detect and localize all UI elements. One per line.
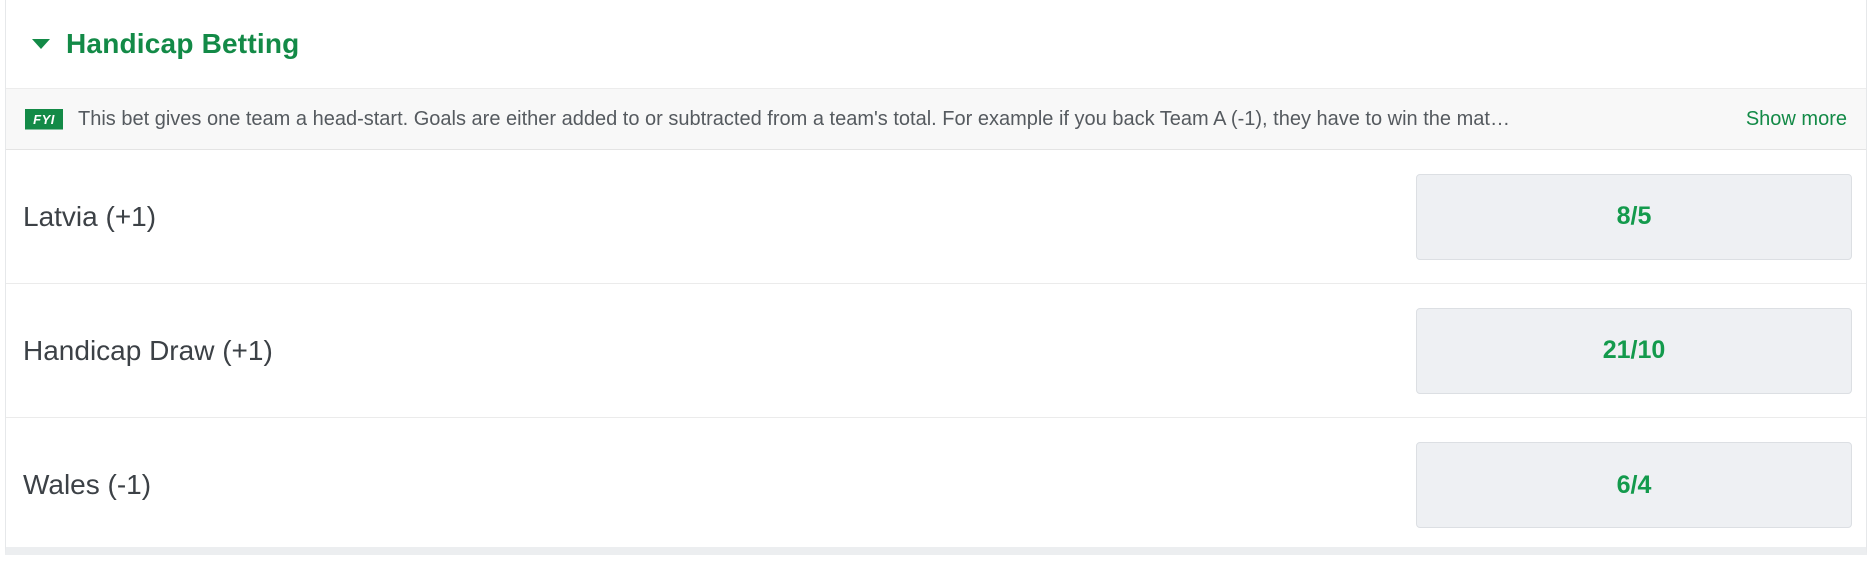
caret-down-icon[interactable] <box>32 39 50 49</box>
market-title: Handicap Betting <box>66 28 300 59</box>
fyi-info-bar: FYI This bet gives one team a head-start… <box>6 88 1866 150</box>
selection-row: Wales (-1) 6/4 <box>6 418 1866 552</box>
odds-button[interactable]: 6/4 <box>1416 442 1852 528</box>
handicap-market-card: Handicap Betting FYI This bet gives one … <box>5 0 1867 555</box>
selection-name: Wales (-1) <box>23 469 152 500</box>
fyi-description: This bet gives one team a head-start. Go… <box>78 107 1518 130</box>
odds-button[interactable]: 21/10 <box>1416 307 1852 394</box>
market-header[interactable]: Handicap Betting <box>6 0 1866 88</box>
odds-button[interactable]: 8/5 <box>1416 173 1852 260</box>
selection-name: Handicap Draw (+1) <box>23 334 273 366</box>
selection-name: Latvia (+1) <box>23 200 157 232</box>
show-more-link[interactable]: Show more <box>1746 108 1847 131</box>
selection-row: Handicap Draw (+1) 21/10 <box>6 284 1866 418</box>
fyi-badge-icon: FYI <box>25 108 63 130</box>
selection-row: Latvia (+1) 8/5 <box>6 150 1866 284</box>
